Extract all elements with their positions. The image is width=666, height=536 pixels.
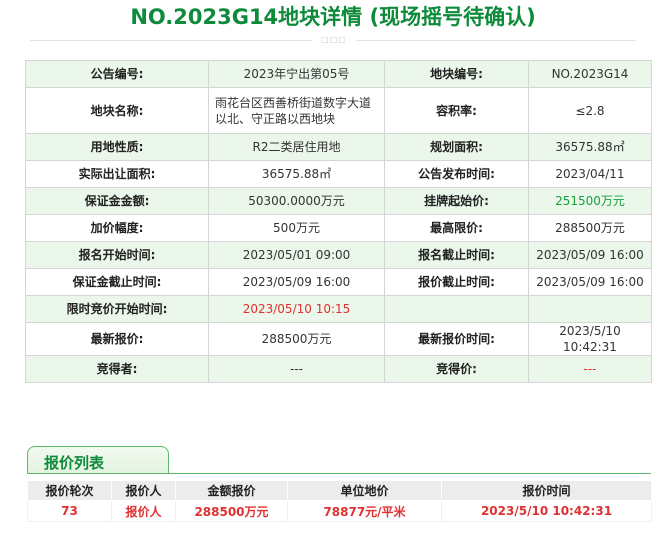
detail-row: 限时竞价开始时间: 2023/05/10 10:15	[25, 295, 652, 323]
column-header-unit-price: 单位地价	[287, 480, 442, 501]
detail-label: 报价截止时间:	[384, 268, 529, 296]
detail-value: 2023/05/09 16:00	[208, 268, 385, 296]
detail-label: 保证金金额:	[25, 187, 209, 215]
column-header-round: 报价轮次	[27, 480, 112, 501]
detail-value: 2023/04/11	[528, 160, 652, 188]
title-divider-left	[30, 40, 312, 41]
quote-unit-price: 78877元/平米	[287, 500, 442, 522]
detail-value: 2023年宁出第05号	[208, 60, 385, 88]
title-divider-right	[356, 40, 636, 41]
detail-empty-cell	[528, 295, 652, 323]
detail-label: 保证金截止时间:	[25, 268, 209, 296]
winning-price-value: ---	[528, 355, 652, 383]
parcel-detail-table: 公告编号: 2023年宁出第05号 地块编号: NO.2023G14 地块名称:…	[25, 60, 652, 383]
detail-value: 36575.88㎡	[528, 133, 652, 161]
detail-label: 容积率:	[384, 87, 529, 134]
timed-bid-start-value: 2023/05/10 10:15	[208, 295, 385, 323]
detail-row: 实际出让面积: 36575.88㎡ 公告发布时间: 2023/04/11	[25, 160, 652, 188]
detail-row: 用地性质: R2二类居住用地 规划面积: 36575.88㎡	[25, 133, 652, 161]
page-title: NO.2023G14地块详情 (现场摇号待确认)	[130, 5, 536, 29]
detail-row: 地块名称: 雨花台区西善桥街道数字大道以北、守正路以西地块 容积率: ≤2.8	[25, 87, 652, 134]
detail-row: 加价幅度: 500万元 最高限价: 288500万元	[25, 214, 652, 242]
detail-value: 288500万元	[528, 214, 652, 242]
detail-value: 2023/5/10 10:42:31	[528, 322, 652, 356]
detail-value: 50300.0000万元	[208, 187, 385, 215]
detail-row: 最新报价: 288500万元 最新报价时间: 2023/5/10 10:42:3…	[25, 322, 652, 356]
detail-value: 2023/05/09 16:00	[528, 241, 652, 269]
detail-value: ≤2.8	[528, 87, 652, 134]
detail-empty-cell	[384, 295, 529, 323]
detail-value: 500万元	[208, 214, 385, 242]
quote-list-tab-label: 报价列表	[44, 454, 105, 472]
starting-price-value: 251500万元	[528, 187, 652, 215]
detail-label: 报名开始时间:	[25, 241, 209, 269]
detail-label: 地块名称:	[25, 87, 209, 134]
detail-label: 最新报价:	[25, 322, 209, 356]
detail-value: ---	[208, 355, 385, 383]
column-header-bidder: 报价人	[111, 480, 176, 501]
quote-amount: 288500万元	[175, 500, 288, 522]
detail-row: 公告编号: 2023年宁出第05号 地块编号: NO.2023G14	[25, 60, 652, 88]
column-header-amount: 金额报价	[175, 480, 288, 501]
detail-value: 288500万元	[208, 322, 385, 356]
detail-label: 用地性质:	[25, 133, 209, 161]
detail-label: 限时竞价开始时间:	[25, 295, 209, 323]
detail-value: 雨花台区西善桥街道数字大道以北、守正路以西地块	[208, 87, 385, 134]
detail-value: NO.2023G14	[528, 60, 652, 88]
detail-label: 实际出让面积:	[25, 160, 209, 188]
detail-value: 2023/05/01 09:00	[208, 241, 385, 269]
quote-round: 73	[27, 500, 112, 522]
detail-label: 竞得价:	[384, 355, 529, 383]
detail-label: 地块编号:	[384, 60, 529, 88]
detail-row: 报名开始时间: 2023/05/01 09:00 报名截止时间: 2023/05…	[25, 241, 652, 269]
detail-value: R2二类居住用地	[208, 133, 385, 161]
detail-label: 挂牌起始价:	[384, 187, 529, 215]
detail-label: 竞得者:	[25, 355, 209, 383]
detail-label: 报名截止时间:	[384, 241, 529, 269]
detail-label: 最新报价时间:	[384, 322, 529, 356]
quote-list-divider	[27, 473, 651, 474]
detail-label: 公告发布时间:	[384, 160, 529, 188]
quote-bidder: 报价人	[111, 500, 176, 522]
table-row: 73 报价人 288500万元 78877元/平米 2023/5/10 10:4…	[27, 500, 652, 522]
quote-list-table: 报价轮次 报价人 金额报价 单位地价 报价时间 73 报价人 288500万元 …	[27, 480, 652, 522]
quote-time: 2023/5/10 10:42:31	[441, 500, 652, 522]
detail-value: 36575.88㎡	[208, 160, 385, 188]
column-header-time: 报价时间	[441, 480, 652, 501]
detail-label: 公告编号:	[25, 60, 209, 88]
detail-row: 保证金金额: 50300.0000万元 挂牌起始价: 251500万元	[25, 187, 652, 215]
title-ornament: □□□	[321, 35, 347, 44]
detail-value: 2023/05/09 16:00	[528, 268, 652, 296]
detail-label: 规划面积:	[384, 133, 529, 161]
detail-row: 竞得者: --- 竞得价: ---	[25, 355, 652, 383]
detail-row: 保证金截止时间: 2023/05/09 16:00 报价截止时间: 2023/0…	[25, 268, 652, 296]
quote-header-row: 报价轮次 报价人 金额报价 单位地价 报价时间	[27, 480, 652, 501]
detail-label: 最高限价:	[384, 214, 529, 242]
detail-label: 加价幅度:	[25, 214, 209, 242]
